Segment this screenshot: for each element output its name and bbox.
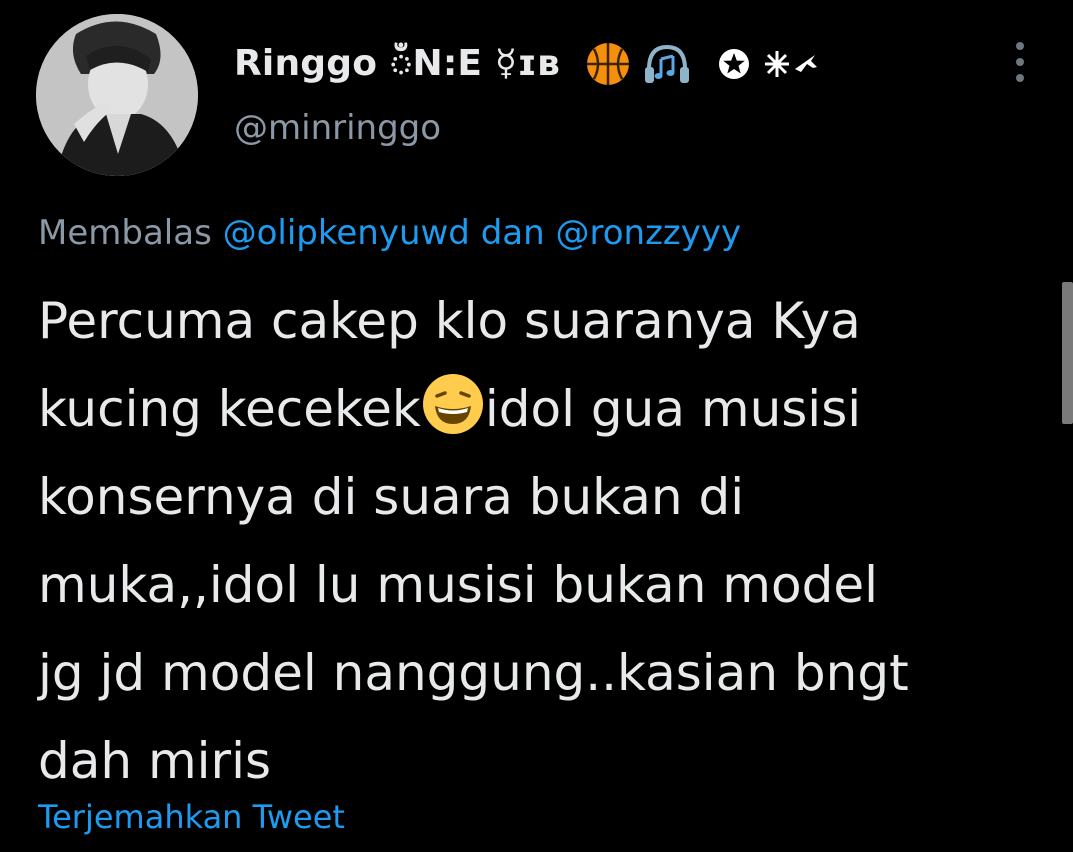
tweet-line: jg jd model nanggung..kasian bngt <box>38 644 909 702</box>
translate-tweet-link[interactable]: Terjemahkan Tweet <box>38 798 345 836</box>
tweet-line: dah miris <box>38 732 272 790</box>
mention-link-olipkenyuwd[interactable]: @olipkenyuwd <box>223 213 470 253</box>
mention-link-ronzzyyy[interactable]: @ronzzyyy <box>555 213 741 253</box>
reply-connector[interactable]: dan <box>481 213 545 253</box>
headphones-music-icon <box>643 41 691 87</box>
star-circle-icon <box>717 47 751 81</box>
more-options-icon[interactable] <box>1008 42 1032 82</box>
tweet-line: kucing kecekek idol gua musisi <box>38 365 1048 453</box>
grinning-squint-emoji <box>421 372 485 463</box>
display-name[interactable]: Ringgo ඁN:E ☿ɪʙ <box>234 40 560 87</box>
reply-context: Membalas @olipkenyuwd dan @ronzzyyy <box>38 213 741 253</box>
reply-prefix: Membalas <box>38 213 212 253</box>
tweet-line: konsernya di suara bukan di <box>38 468 745 526</box>
basketball-icon <box>585 41 631 87</box>
scrollbar-thumb[interactable] <box>1062 282 1073 424</box>
tweet-text-segment: idol gua musisi <box>484 380 862 438</box>
sparkle-airplane-icon <box>763 47 819 81</box>
user-handle[interactable]: @minringgo <box>234 108 441 148</box>
tweet-line: Percuma cakep klo suaranya Kya <box>38 292 861 350</box>
tweet-line: muka,,idol lu musisi bukan model <box>38 556 878 614</box>
avatar[interactable] <box>36 14 198 176</box>
profile-badges <box>585 40 819 88</box>
tweet-text-segment: kucing kecekek <box>38 380 421 438</box>
tweet-text: Percuma cakep klo suaranya Kya kucing ke… <box>38 277 1048 805</box>
